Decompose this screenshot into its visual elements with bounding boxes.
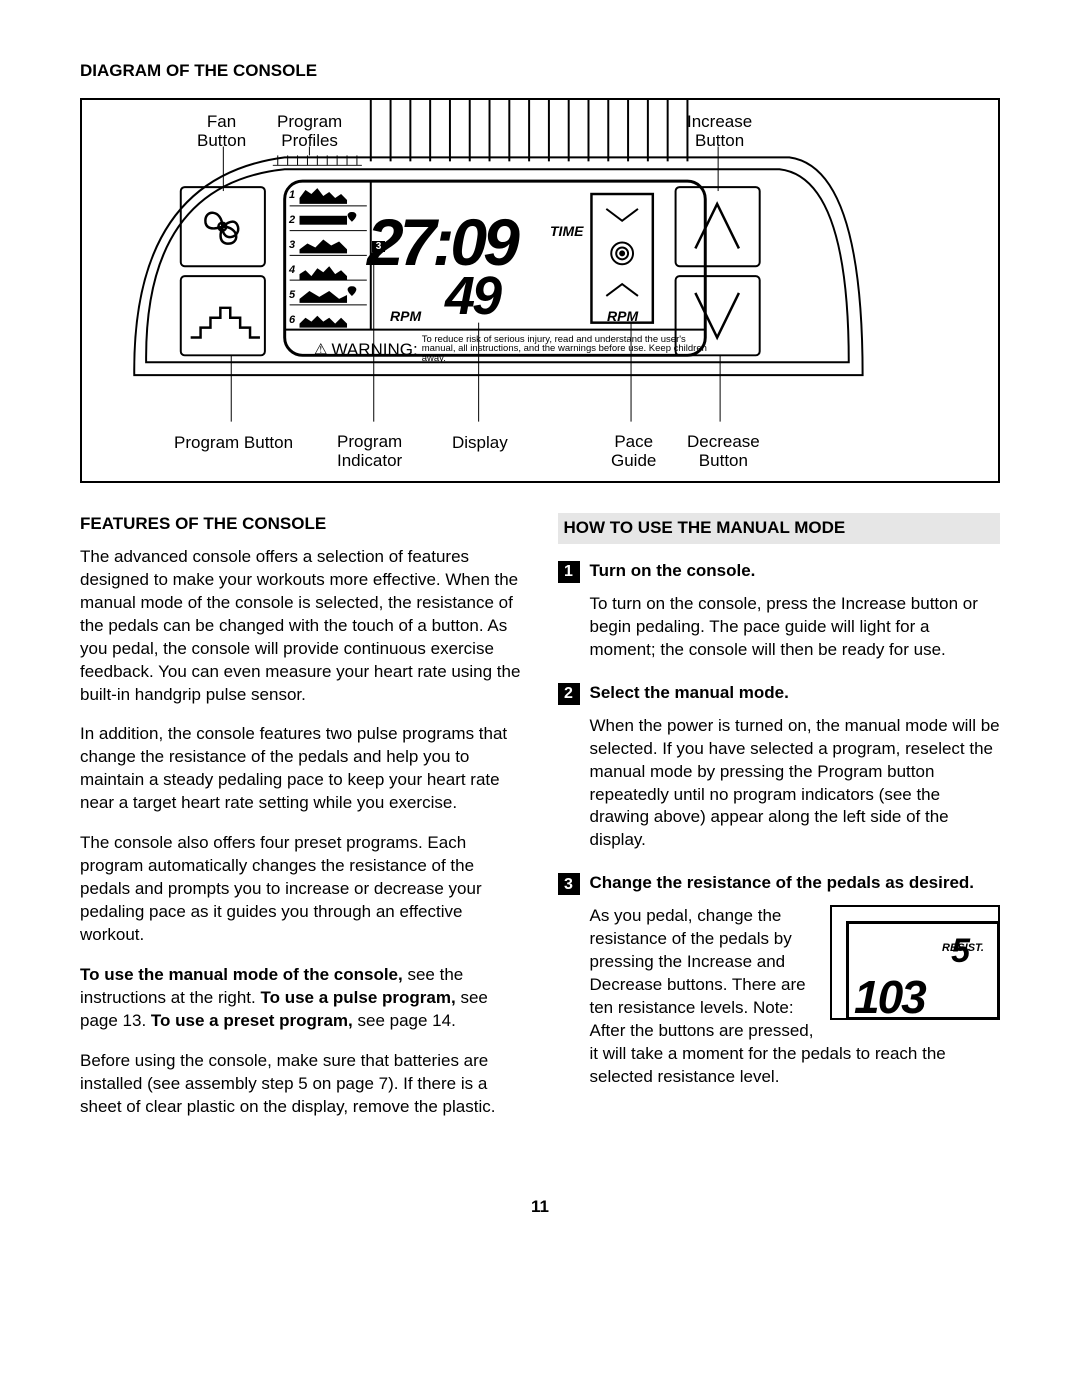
features-p5: Before using the console, make sure that… (80, 1050, 523, 1119)
features-p2: In addition, the console features two pu… (80, 723, 523, 815)
step-1-body: To turn on the console, press the Increa… (590, 593, 1001, 662)
heading-features: FEATURES OF THE CONSOLE (80, 513, 523, 536)
features-p4: To use the manual mode of the console, s… (80, 964, 523, 1033)
resist-figure: 5 RESIST. 103 (830, 905, 1000, 1020)
features-p4e: To use a preset program, (151, 1011, 353, 1030)
resist-digits: 103 (854, 966, 925, 1020)
features-p1: The advanced console offers a selection … (80, 546, 523, 707)
body-columns: FEATURES OF THE CONSOLE The advanced con… (80, 513, 1000, 1136)
stair-icon (191, 308, 260, 338)
step-2: 2 Select the manual mode. (558, 682, 1001, 705)
page-number: 11 (80, 1196, 1000, 1219)
step-3-body: 5 RESIST. 103 As you pedal, change the r… (590, 905, 1001, 1089)
step-2-head: Select the manual mode. (590, 682, 789, 705)
fan-icon (205, 213, 238, 244)
console-diagram: Fan Button Program Profiles Increase But… (80, 98, 1000, 483)
heading-diagram: DIAGRAM OF THE CONSOLE (80, 60, 1000, 83)
step-3-head: Change the resistance of the pedals as d… (590, 872, 975, 895)
caret-down-icon (695, 293, 739, 338)
column-left: FEATURES OF THE CONSOLE The advanced con… (80, 513, 523, 1136)
features-p3: The console also offers four preset prog… (80, 832, 523, 947)
caret-up-icon (695, 204, 739, 249)
step-2-num: 2 (558, 683, 580, 705)
step-1: 1 Turn on the console. (558, 560, 1001, 583)
step-3-num: 3 (558, 873, 580, 895)
step-2-body: When the power is turned on, the manual … (590, 715, 1001, 853)
console-svg (82, 100, 998, 481)
resist-label: RESIST. (942, 941, 984, 956)
features-p4a: To use the manual mode of the console, (80, 965, 403, 984)
step-3: 3 Change the resistance of the pedals as… (558, 872, 1001, 895)
features-p4c: To use a pulse program, (260, 988, 455, 1007)
features-p4f: see page 14. (353, 1011, 456, 1030)
column-right: HOW TO USE THE MANUAL MODE 1 Turn on the… (558, 513, 1001, 1136)
step-1-head: Turn on the console. (590, 560, 756, 583)
step-1-num: 1 (558, 561, 580, 583)
heading-manual-mode: HOW TO USE THE MANUAL MODE (558, 513, 1001, 544)
